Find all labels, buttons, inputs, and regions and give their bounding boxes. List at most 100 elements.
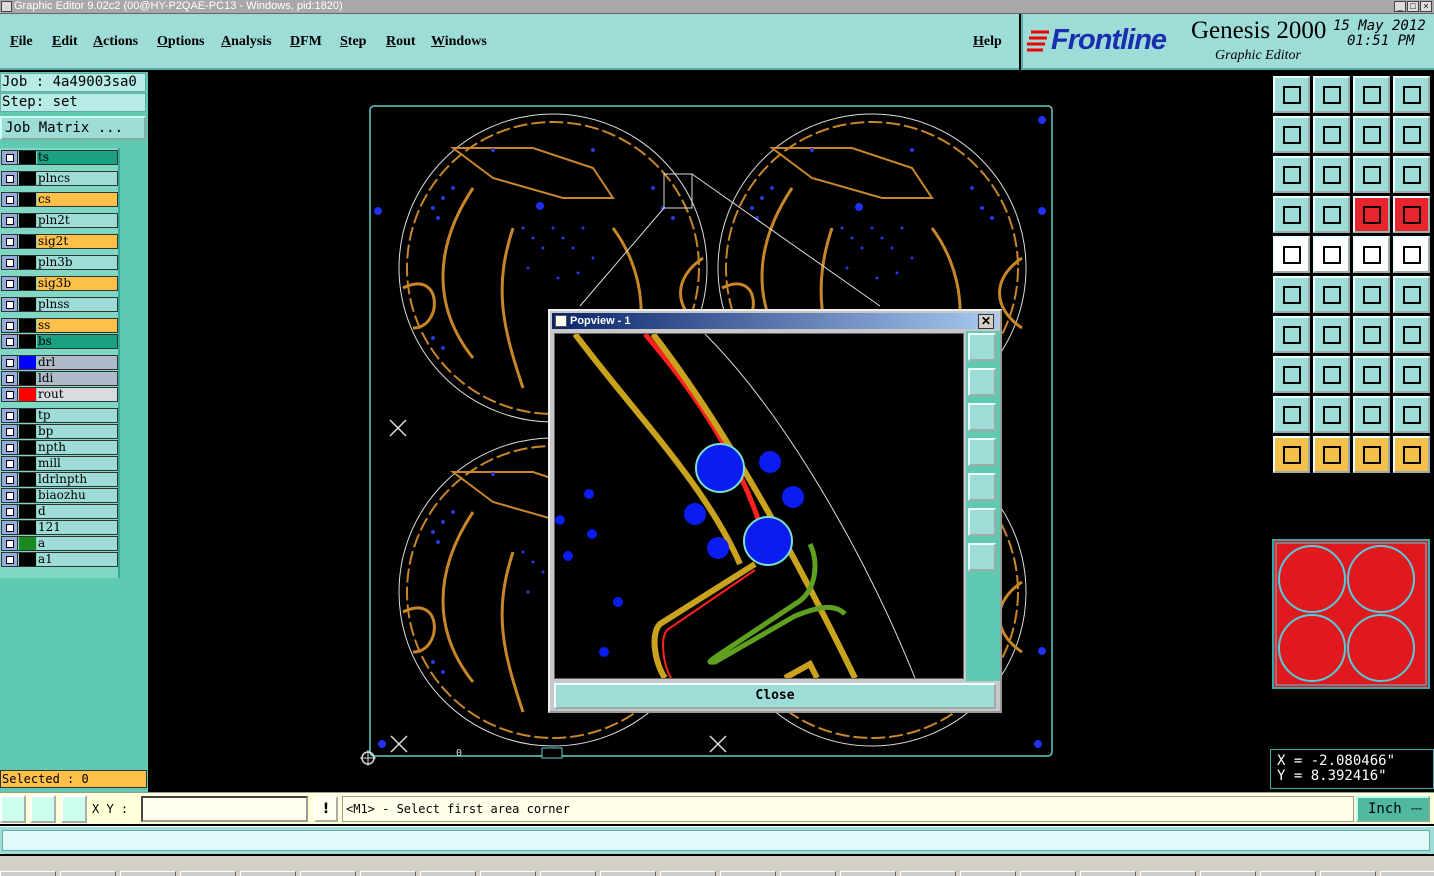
layer-checkbox[interactable] (2, 457, 18, 470)
prev-icon[interactable] (1273, 116, 1310, 153)
layer-row-0[interactable]: ts (1, 150, 118, 165)
popview-close-icon[interactable]: ✕ (978, 314, 994, 329)
layer-name[interactable]: sig3b (37, 277, 117, 290)
layer-color-swatch[interactable] (19, 335, 36, 348)
triangle3-icon[interactable] (1353, 396, 1390, 433)
layer-row-19[interactable]: d (1, 504, 118, 519)
layer-color-swatch[interactable] (19, 473, 36, 486)
taskbar-button[interactable] (720, 871, 776, 876)
layer-row-14[interactable]: bp (1, 424, 118, 439)
layer-color-swatch[interactable] (19, 277, 36, 290)
menu-analysis[interactable]: Analysis (221, 34, 272, 50)
layer2-icon[interactable] (1393, 196, 1430, 233)
zoom-fit-icon[interactable] (1273, 156, 1310, 193)
save-icon[interactable] (1313, 76, 1350, 113)
resize-icon[interactable] (1353, 356, 1390, 393)
network-icon[interactable] (1273, 276, 1310, 313)
layer-color-swatch[interactable] (19, 193, 36, 206)
taskbar-button[interactable] (1200, 871, 1256, 876)
layer-name[interactable]: drl (37, 356, 117, 369)
layer-name[interactable]: bs (37, 335, 117, 348)
layer-row-8[interactable]: ss (1, 318, 118, 333)
layer-name[interactable]: npth (37, 441, 117, 454)
rotate-icon[interactable] (1353, 316, 1390, 353)
ruler-icon[interactable] (1353, 236, 1390, 273)
popview-pan-right-icon[interactable] (968, 473, 996, 501)
taskbar-button[interactable] (180, 871, 236, 876)
move-icon[interactable] (1273, 356, 1310, 393)
layer-color-swatch[interactable] (19, 521, 36, 534)
layer-color-swatch[interactable] (19, 151, 36, 164)
layer-row-12[interactable]: rout (1, 387, 118, 402)
taskbar-button[interactable] (960, 871, 1016, 876)
taskbar-button[interactable] (1320, 871, 1376, 876)
layer-checkbox[interactable] (2, 235, 18, 248)
area-select-icon[interactable] (0, 795, 26, 823)
taskbar-button[interactable] (120, 871, 176, 876)
layer-name[interactable]: rout (37, 388, 117, 401)
layer-icon[interactable] (1353, 196, 1390, 233)
pointer2-icon[interactable] (1313, 436, 1350, 473)
layer-name[interactable]: bp (37, 425, 117, 438)
layer-color-swatch[interactable] (19, 537, 36, 550)
layer-checkbox[interactable] (2, 172, 18, 185)
layer-row-15[interactable]: npth (1, 440, 118, 455)
layer-color-swatch[interactable] (19, 489, 36, 502)
layer-name[interactable]: ss (37, 319, 117, 332)
layer-checkbox[interactable] (2, 193, 18, 206)
layer-name[interactable]: plncs (37, 172, 117, 185)
layer-color-swatch[interactable] (19, 319, 36, 332)
duplicate-icon[interactable] (1393, 356, 1430, 393)
menu-windows[interactable]: Windows (431, 34, 487, 50)
layer-checkbox[interactable] (2, 553, 18, 566)
layer-name[interactable]: ldrlnpth (37, 473, 117, 486)
layer-color-swatch[interactable] (19, 172, 36, 185)
triangle-icon[interactable] (1273, 396, 1310, 433)
layer-checkbox[interactable] (2, 473, 18, 486)
layer-checkbox[interactable] (2, 505, 18, 518)
taskbar-button[interactable] (600, 871, 656, 876)
layer-checkbox[interactable] (2, 388, 18, 401)
layer-row-13[interactable]: tp (1, 408, 118, 423)
taskbar-button[interactable] (480, 871, 536, 876)
layer-row-6[interactable]: sig3b (1, 276, 118, 291)
layer-row-11[interactable]: ldi (1, 371, 118, 386)
next-icon[interactable] (1313, 116, 1350, 153)
layer-name[interactable]: biaozhu (37, 489, 117, 502)
layer-name[interactable]: cs (37, 193, 117, 206)
layer-checkbox[interactable] (2, 214, 18, 227)
layer-checkbox[interactable] (2, 256, 18, 269)
layer-color-swatch[interactable] (19, 388, 36, 401)
layer-row-5[interactable]: pln3b (1, 255, 118, 270)
taskbar-button[interactable] (300, 871, 356, 876)
layer-checkbox[interactable] (2, 521, 18, 534)
minus-icon[interactable] (1313, 356, 1350, 393)
arc-icon[interactable] (1353, 276, 1390, 313)
pointer3-icon[interactable] (1353, 436, 1390, 473)
layer-name[interactable]: a (37, 537, 117, 550)
triangle2-icon[interactable] (1313, 396, 1350, 433)
layer-name[interactable]: sig2t (37, 235, 117, 248)
layer-checkbox[interactable] (2, 489, 18, 502)
layer-checkbox[interactable] (2, 277, 18, 290)
help-icon[interactable] (1393, 156, 1430, 193)
layer-name[interactable]: mill (37, 457, 117, 470)
layer-row-9[interactable]: bs (1, 334, 118, 349)
undo-icon[interactable] (1353, 116, 1390, 153)
layer-row-1[interactable]: plncs (1, 171, 118, 186)
board-preview[interactable] (1272, 539, 1430, 689)
pad-icon[interactable] (1273, 236, 1310, 273)
popview-canvas[interactable] (554, 332, 964, 681)
layer-color-swatch[interactable] (19, 441, 36, 454)
cancel-command-button[interactable]: ! (314, 796, 338, 822)
taskbar-button[interactable] (360, 871, 416, 876)
arc2-icon[interactable] (1393, 276, 1430, 313)
layer-name[interactable]: a1 (37, 553, 117, 566)
layer-color-swatch[interactable] (19, 553, 36, 566)
popview-center-icon[interactable] (968, 543, 996, 571)
taskbar-button[interactable] (1380, 871, 1434, 876)
open-icon[interactable] (1273, 76, 1310, 113)
line2-icon[interactable] (1313, 316, 1350, 353)
layer-name[interactable]: 121 (37, 521, 117, 534)
cross-icon[interactable] (1313, 276, 1350, 313)
